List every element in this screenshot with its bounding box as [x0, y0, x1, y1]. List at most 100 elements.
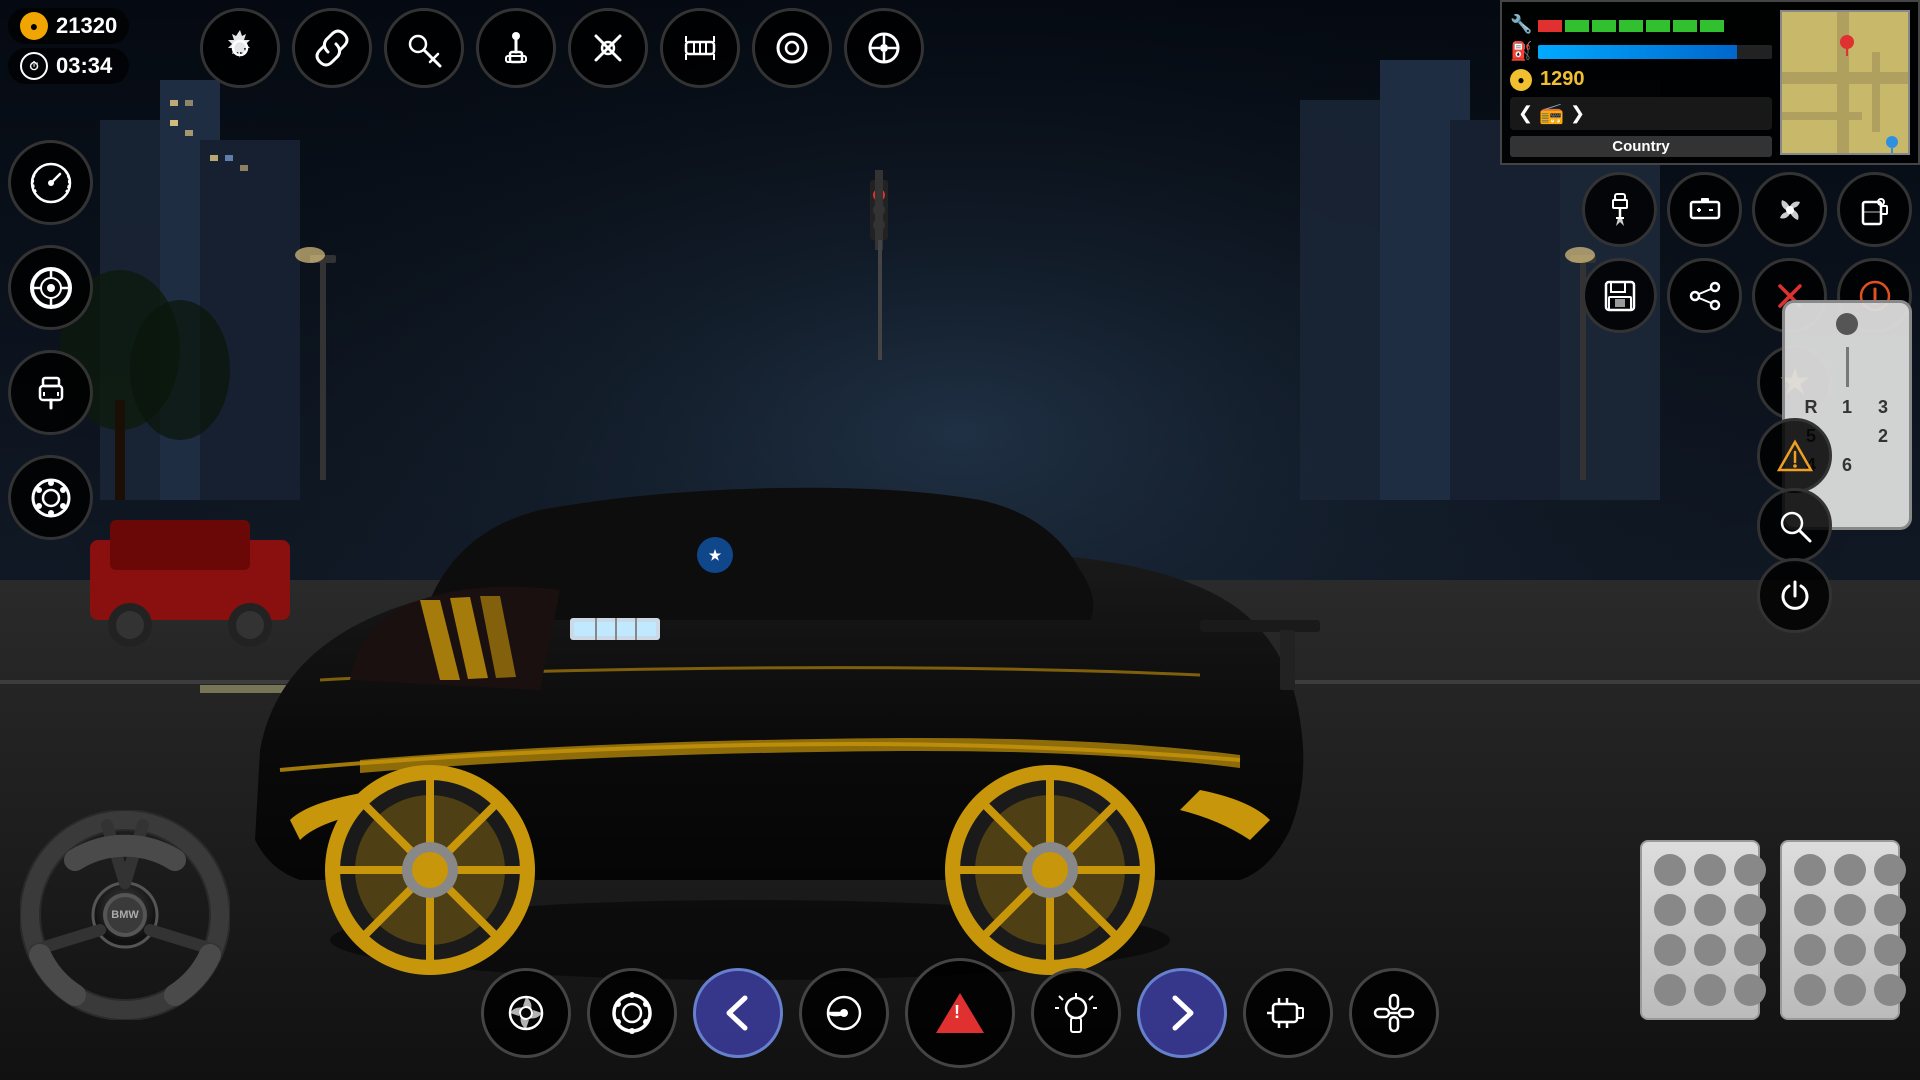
- pedal-dot: [1834, 854, 1866, 886]
- coin-value: 21320: [56, 13, 117, 39]
- pedal-dot: [1794, 974, 1826, 1006]
- health-seg-3: [1592, 20, 1616, 32]
- key-button[interactable]: [384, 8, 464, 88]
- pedal-dot: [1694, 854, 1726, 886]
- fuel-icon: ⛽: [1510, 41, 1532, 62]
- right-panel-row1: [1582, 172, 1912, 247]
- gear-2: 2: [1867, 424, 1899, 449]
- bottom-toolbar: !: [260, 958, 1660, 1068]
- light-button[interactable]: [1031, 968, 1121, 1058]
- save-button[interactable]: [1582, 258, 1657, 333]
- wheel-button[interactable]: [844, 8, 924, 88]
- timer-icon: ⏱: [20, 52, 48, 80]
- warning-area: [1757, 418, 1832, 493]
- map-prev-button[interactable]: ❮: [1518, 103, 1533, 124]
- minimap: [1780, 10, 1910, 155]
- timer-value: 03:34: [56, 53, 112, 79]
- pedal-dot: [1734, 974, 1766, 1006]
- warning-button[interactable]: [1757, 418, 1832, 493]
- pedal-dot: [1734, 894, 1766, 926]
- turn-right-button[interactable]: [1137, 968, 1227, 1058]
- hazard-button[interactable]: !: [905, 958, 1015, 1068]
- brake-disc-left-button[interactable]: [8, 455, 93, 540]
- pedal-dot: [1874, 854, 1906, 886]
- hud-top-left: ● 21320 ⏱ 03:34: [8, 8, 129, 84]
- plug-button[interactable]: [8, 350, 93, 435]
- search-button[interactable]: [1757, 488, 1832, 563]
- health-seg-1: [1538, 20, 1562, 32]
- coin-row: ● 1290: [1510, 68, 1772, 91]
- gear-6: 6: [1831, 453, 1863, 478]
- turbo-button[interactable]: [481, 968, 571, 1058]
- map-next-button[interactable]: ❯: [1570, 103, 1585, 124]
- chain-button[interactable]: [1349, 968, 1439, 1058]
- pedal-dot: [1874, 894, 1906, 926]
- pedal-dot: [1694, 974, 1726, 1006]
- link-button[interactable]: [292, 8, 372, 88]
- pedal-dot: [1794, 934, 1826, 966]
- pedal-dot: [1834, 974, 1866, 1006]
- fuel-tank-button[interactable]: [1837, 172, 1912, 247]
- joystick-button[interactable]: [476, 8, 556, 88]
- fuel-container: ⛽: [1510, 41, 1772, 62]
- search-area: [1757, 488, 1832, 563]
- wrench-hud-icon: 🔧: [1510, 14, 1532, 35]
- map-icon: 📻: [1539, 101, 1564, 126]
- ring-button[interactable]: [752, 8, 832, 88]
- power-area: [1757, 558, 1832, 633]
- health-seg-6: [1673, 20, 1697, 32]
- pedal-dot: [1734, 934, 1766, 966]
- gear-1: 1: [1831, 395, 1863, 420]
- wiper-button[interactable]: [799, 968, 889, 1058]
- svg-text:BMW: BMW: [111, 909, 139, 921]
- coin-hud-icon: ●: [1510, 69, 1532, 91]
- fan-button[interactable]: [1752, 172, 1827, 247]
- pedal-dot: [1734, 854, 1766, 886]
- power-button[interactable]: [1757, 558, 1832, 633]
- engine-button[interactable]: [1243, 968, 1333, 1058]
- pedal-dot: [1654, 854, 1686, 886]
- pedal-dot: [1874, 974, 1906, 1006]
- repair-button[interactable]: [568, 8, 648, 88]
- health-bars: [1538, 20, 1724, 32]
- share-button[interactable]: [1667, 258, 1742, 333]
- gear-R: R: [1795, 395, 1827, 420]
- top-toolbar: [200, 8, 924, 88]
- gearbox-button[interactable]: [660, 8, 740, 88]
- svg-text:★: ★: [709, 547, 722, 563]
- fuel-amount-value: 1290: [1540, 68, 1585, 91]
- settings-button[interactable]: [200, 8, 280, 88]
- left-sidebar: [8, 140, 93, 540]
- coin-stat: ● 21320: [8, 8, 129, 44]
- spark-plug-button[interactable]: [1582, 172, 1657, 247]
- pedal-dot: [1834, 934, 1866, 966]
- gear-knob: [1836, 313, 1858, 335]
- turn-left-button[interactable]: [693, 968, 783, 1058]
- steering-wheel[interactable]: BMW: [20, 810, 230, 1020]
- speedometer-button[interactable]: [8, 140, 93, 225]
- brake-disc-bottom-button[interactable]: [587, 968, 677, 1058]
- health-seg-7: [1700, 20, 1724, 32]
- fuel-bar: [1538, 45, 1772, 59]
- tire-button[interactable]: [8, 245, 93, 330]
- gear-separator: [1831, 424, 1863, 449]
- hazard-exclaim: !: [954, 1002, 960, 1023]
- gear-stick: [1846, 347, 1849, 387]
- top-right-hud: 🔧 ⛽ ● 1290 ❮ 📻 ❯: [1500, 0, 1920, 165]
- pedal-dot: [1834, 894, 1866, 926]
- pedal-dot: [1794, 894, 1826, 926]
- pedal-dot: [1694, 934, 1726, 966]
- map-label: Country: [1510, 136, 1772, 157]
- minimap-svg: [1782, 12, 1910, 155]
- pedal-dot: [1694, 894, 1726, 926]
- pedal-dot: [1874, 934, 1906, 966]
- map-selector[interactable]: ❮ 📻 ❯: [1510, 97, 1772, 130]
- gas-pedal[interactable]: [1780, 840, 1900, 1020]
- timer-stat: ⏱ 03:34: [8, 48, 129, 84]
- coin-icon: ●: [20, 12, 48, 40]
- health-seg-2: [1565, 20, 1589, 32]
- battery-button[interactable]: [1667, 172, 1742, 247]
- pedal-dot: [1654, 894, 1686, 926]
- health-seg-5: [1646, 20, 1670, 32]
- hud-stats-section: 🔧 ⛽ ● 1290 ❮ 📻 ❯: [1510, 10, 1772, 155]
